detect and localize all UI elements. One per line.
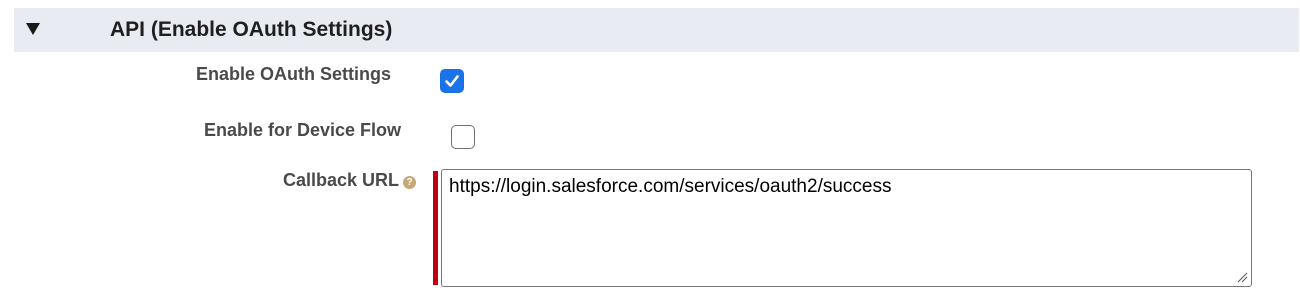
section-header: API (Enable OAuth Settings) — [14, 8, 1299, 52]
required-indicator — [433, 171, 438, 285]
checkmark-icon — [445, 75, 459, 87]
callback-url-input[interactable]: https://login.salesforce.com/services/oa… — [441, 169, 1252, 287]
help-icon[interactable]: ? — [403, 176, 416, 189]
triangle-down-icon[interactable] — [26, 23, 40, 37]
device-flow-checkbox[interactable] — [451, 125, 475, 149]
device-flow-label: Enable for Device Flow — [203, 120, 401, 140]
resize-handle-icon[interactable] — [1236, 271, 1248, 283]
callback-url-label: Callback URL — [282, 170, 399, 190]
section-title: API (Enable OAuth Settings) — [110, 18, 393, 41]
enable-oauth-checkbox[interactable] — [440, 69, 464, 93]
enable-oauth-label: Enable OAuth Settings — [195, 64, 391, 84]
